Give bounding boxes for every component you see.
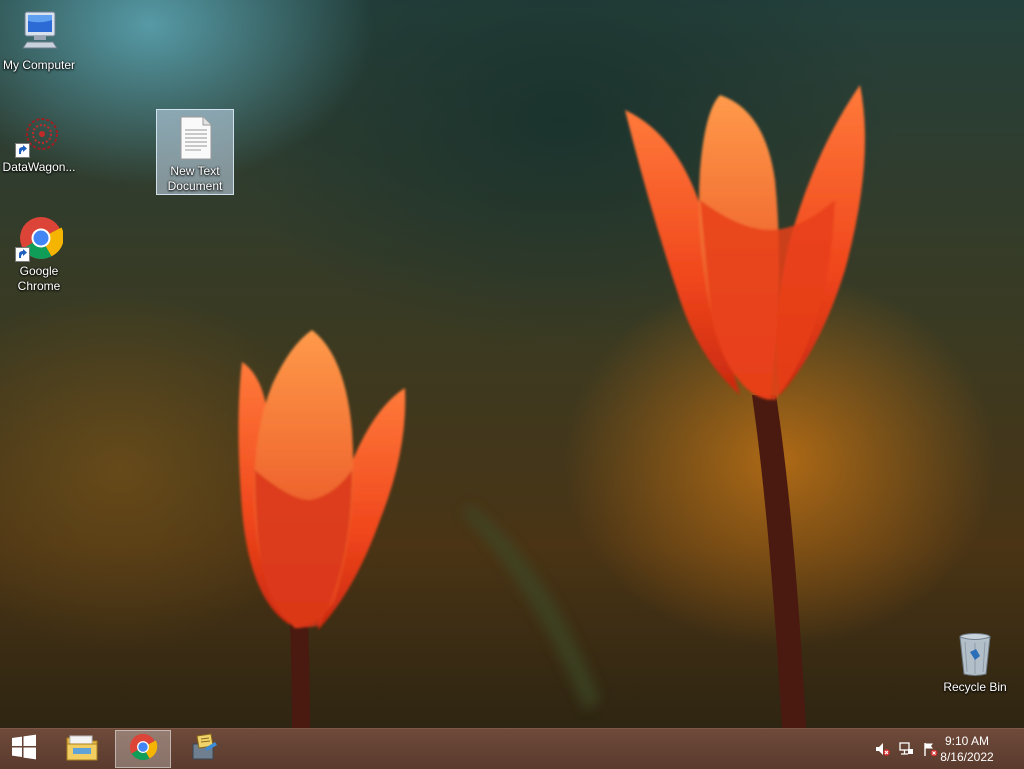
desktop-icon-datawagon[interactable]: DataWagon... (0, 110, 78, 175)
taskbar: 9:10 AM 8/16/2022 (0, 728, 1024, 769)
recycle-bin-icon (951, 630, 999, 678)
desktop-icon-new-text-document[interactable]: New Text Document (156, 109, 234, 195)
desktop[interactable]: My Computer DataWagon... Google Chrome N… (0, 0, 1024, 728)
taskbar-chrome-button[interactable] (115, 730, 171, 768)
taskbar-file-explorer-button[interactable] (54, 730, 110, 768)
app-icon (189, 732, 219, 767)
speaker-muted-icon[interactable] (874, 741, 890, 757)
desktop-icon-label: DataWagon... (2, 160, 76, 174)
network-icon[interactable] (898, 741, 914, 757)
wallpaper-image (238, 85, 865, 728)
desktop-icon-my-computer[interactable]: My Computer (0, 8, 78, 73)
shortcut-arrow-icon (15, 247, 30, 262)
clock-date: 8/16/2022 (940, 750, 994, 764)
start-button[interactable] (0, 730, 48, 768)
shortcut-arrow-icon (15, 143, 30, 158)
windows-logo-icon (10, 733, 38, 766)
chrome-icon (128, 732, 158, 767)
datawagon-icon (15, 110, 63, 158)
chrome-icon (15, 214, 64, 262)
file-explorer-icon (65, 732, 99, 767)
desktop-icon-google-chrome[interactable]: Google Chrome (0, 214, 78, 294)
desktop-icon-label: Google Chrome (17, 264, 61, 293)
desktop-icon-recycle-bin[interactable]: Recycle Bin (936, 630, 1014, 695)
desktop-icon-label: Recycle Bin (943, 680, 1007, 694)
computer-icon (15, 8, 63, 56)
system-clock[interactable]: 9:10 AM 8/16/2022 (932, 733, 1002, 765)
clock-time: 9:10 AM (944, 734, 990, 748)
desktop-icon-label: My Computer (2, 58, 76, 72)
desktop-icon-label: New Text Document (167, 164, 223, 193)
text-file-icon (171, 114, 219, 162)
taskbar-app-button[interactable] (176, 730, 232, 768)
